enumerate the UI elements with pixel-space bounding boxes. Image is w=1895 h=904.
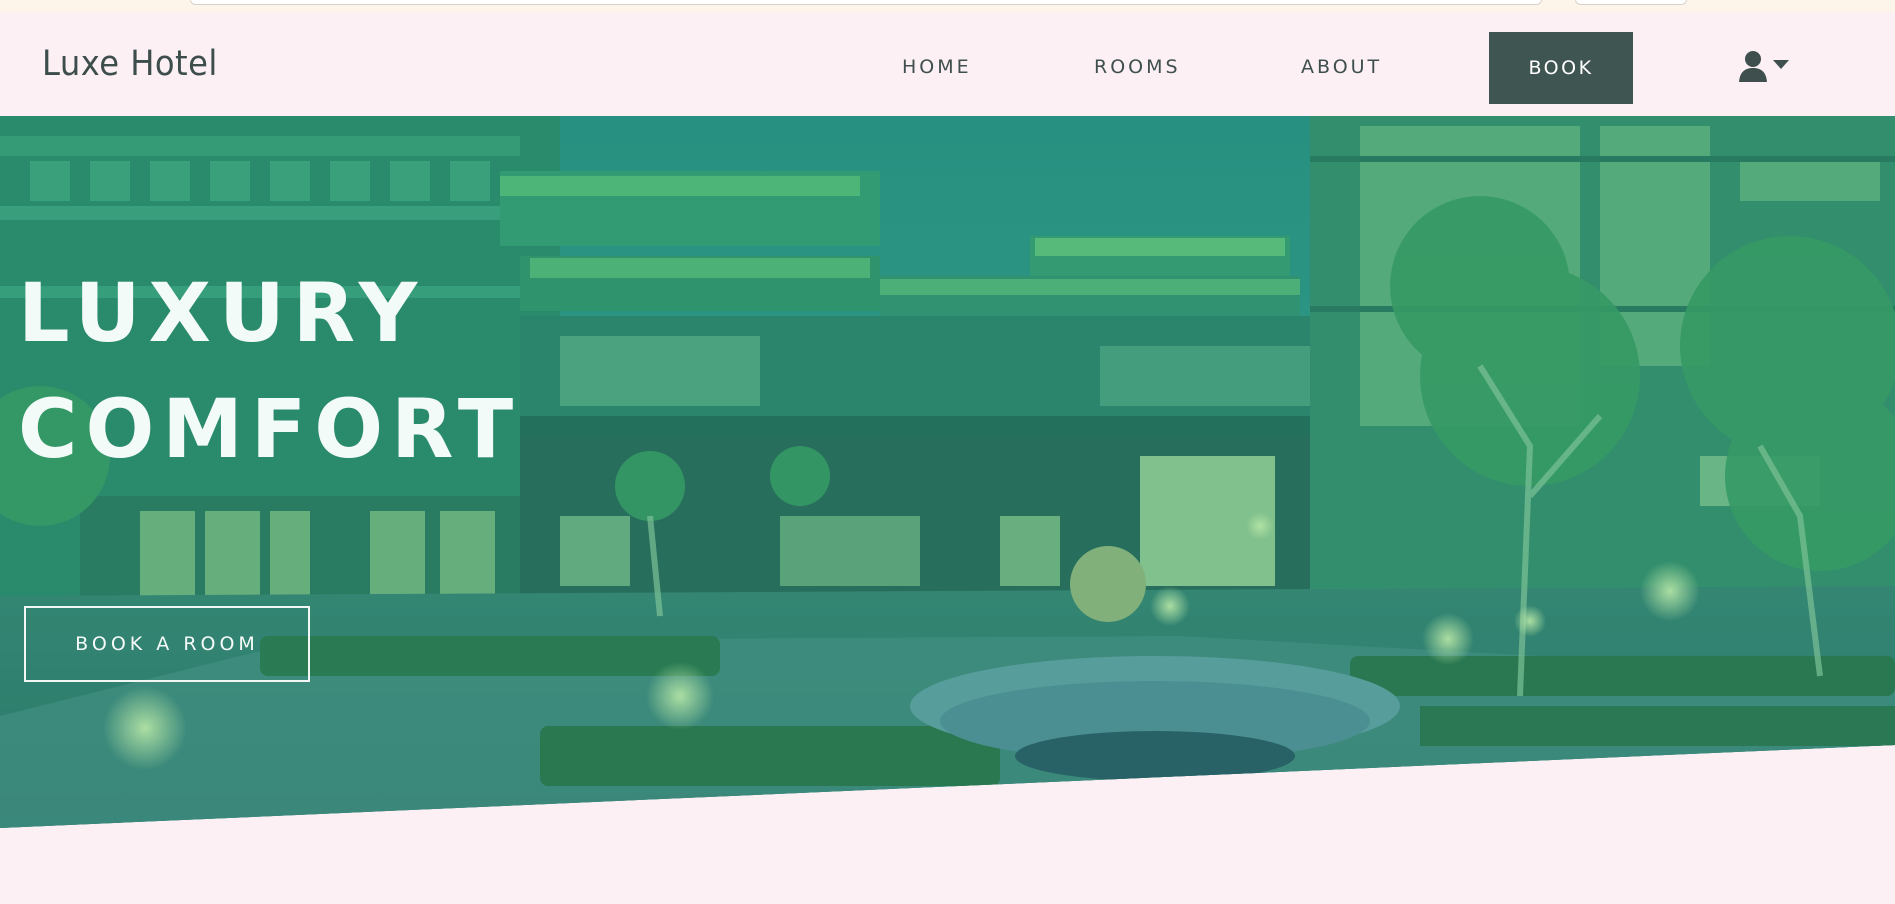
nav-link-home[interactable]: HOME [902,56,972,78]
user-icon [1739,51,1789,82]
brand-logo[interactable]: Luxe Hotel [42,44,218,84]
address-bar-edge [190,0,1542,5]
user-menu-dropdown[interactable] [1738,48,1796,88]
nav-link-about[interactable]: ABOUT [1301,56,1382,78]
hero-title-line-2: COMFORT [18,383,522,477]
book-button[interactable]: BOOK [1489,32,1633,104]
book-a-room-button[interactable]: BOOK A ROOM [24,606,310,682]
toolbar-button-edge [1575,0,1687,5]
hero-title-line-1: LUXURY [18,267,426,361]
hero-banner: LUXURY COMFORT BOOK A ROOM [0,116,1895,828]
navbar: Luxe Hotel HOME ROOMS ABOUT BOOK [0,12,1895,116]
nav-link-rooms[interactable]: ROOMS [1094,56,1181,78]
caret-down-icon [1773,60,1789,69]
hero-title: LUXURY COMFORT [18,256,521,488]
